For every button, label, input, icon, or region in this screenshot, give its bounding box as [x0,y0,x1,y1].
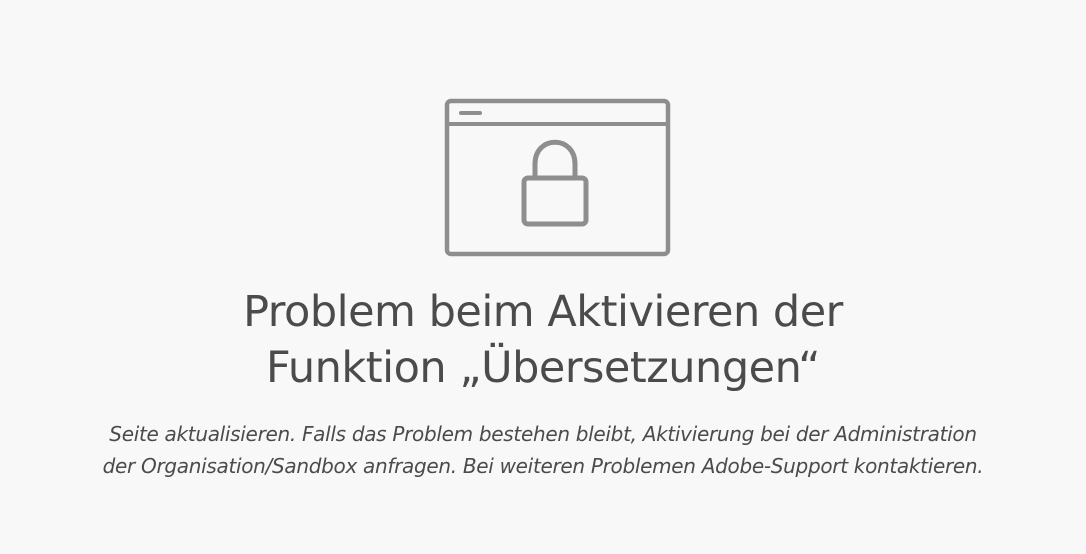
locked-browser-window-icon [444,98,671,257]
error-title-line-1: Problem beim Aktivieren der [243,287,843,337]
lock-shackle [532,139,578,178]
lock-body [521,175,589,227]
error-title: Problem beim Aktivieren der Funktion „Üb… [0,284,1086,396]
error-description: Seite aktualisieren. Falls das Problem b… [0,418,1086,482]
error-page: Problem beim Aktivieren der Funktion „Üb… [0,0,1086,554]
error-description-line-1: Seite aktualisieren. Falls das Problem b… [109,422,977,446]
error-title-line-2: Funktion „Übersetzungen“ [266,343,820,393]
error-description-line-2: der Organisation/Sandbox anfragen. Bei w… [102,454,984,478]
